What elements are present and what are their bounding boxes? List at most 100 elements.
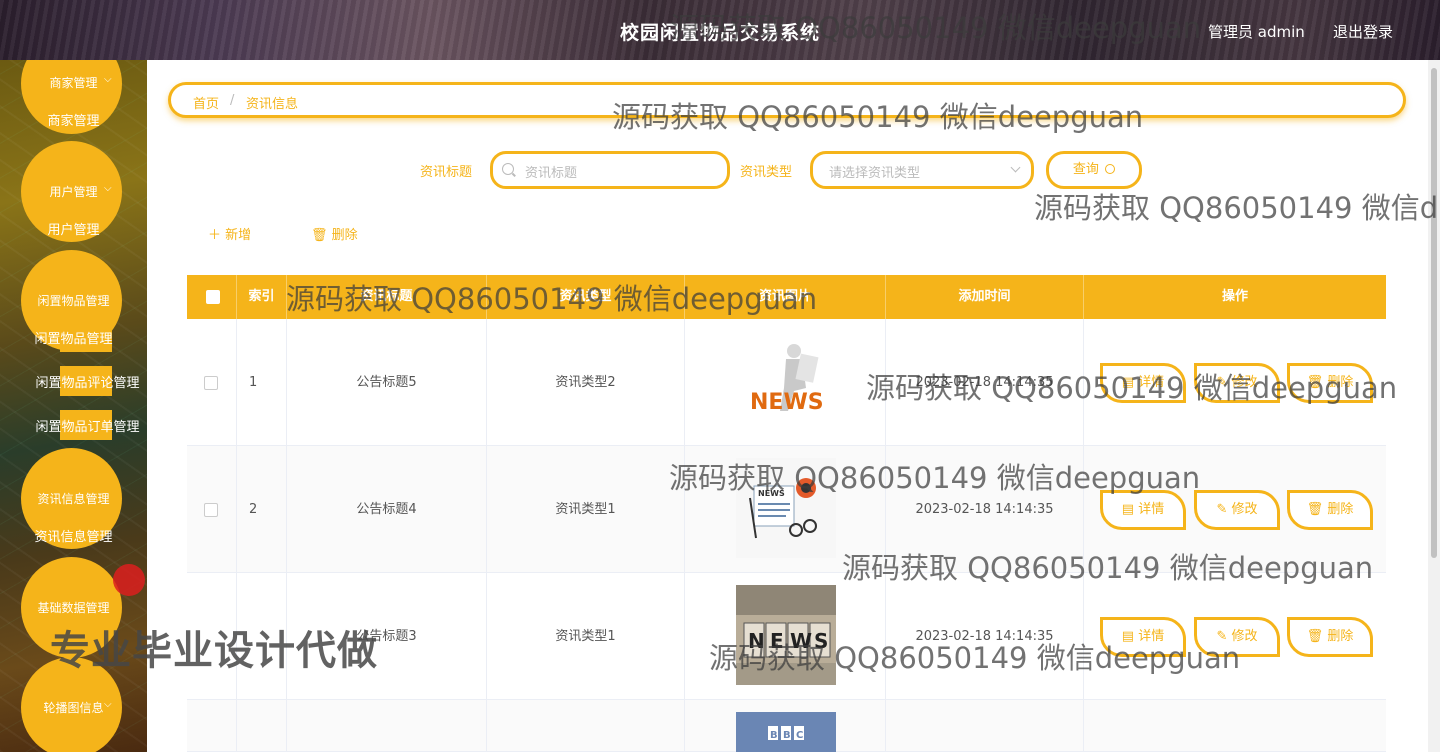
row-index: [237, 700, 287, 752]
table-row: 1 公告标题5 资讯类型2 NEWS 2023-02-18 14:14:35 ▤…: [187, 319, 1386, 446]
detail-button[interactable]: ▤ 详情: [1100, 363, 1186, 403]
trash-icon: 🗑: [1306, 375, 1324, 390]
row-type: 资讯类型1: [487, 573, 685, 700]
row-image-cell: N E W S: [685, 573, 886, 700]
sidebar-group-user[interactable]: 用户管理 ⌵: [0, 183, 147, 200]
pencil-icon: ✎: [1216, 629, 1228, 644]
sidebar-group-idle-goods[interactable]: 闲置物品管理: [0, 292, 147, 309]
svg-text:C: C: [796, 730, 803, 741]
trash-icon: 🗑: [1306, 502, 1324, 517]
svg-text:B: B: [770, 730, 778, 741]
row-checkbox[interactable]: [204, 503, 218, 517]
query-button[interactable]: 查询: [1046, 151, 1142, 189]
breadcrumb-current: 资讯信息: [246, 97, 299, 112]
sidebar-group-label: 用户管理: [49, 185, 98, 199]
logout-link[interactable]: 退出登录: [1333, 21, 1393, 42]
type-filter-label: 资讯类型: [740, 165, 793, 180]
sidebar-group-merchant[interactable]: 商家管理 ⌵: [0, 74, 147, 91]
row-type: [487, 700, 685, 752]
document-icon: ▤: [1121, 375, 1135, 390]
sidebar-item-news[interactable]: 资讯信息管理: [0, 526, 147, 545]
svg-text:E: E: [770, 629, 784, 653]
svg-text:S: S: [814, 629, 828, 653]
delete-button[interactable]: 🗑 删除: [1287, 617, 1373, 657]
search-icon: [502, 163, 514, 175]
delete-label: 删除: [1327, 502, 1354, 517]
svg-text:NEWS: NEWS: [750, 390, 824, 415]
breadcrumb-separator: /: [230, 93, 235, 108]
table-header: 索引 资讯标题 资讯类型 资讯图片 添加时间 操作: [187, 275, 1386, 319]
row-actions: ▤ 详情 ✎ 修改 🗑 删除: [1084, 446, 1386, 573]
row-type: 资讯类型1: [487, 446, 685, 573]
select-all-checkbox[interactable]: [206, 290, 220, 304]
pencil-icon: ✎: [1216, 502, 1228, 517]
delete-button[interactable]: 🗑 删除: [1287, 363, 1373, 403]
detail-label: 详情: [1138, 502, 1165, 517]
chevron-down-icon: ⌵: [104, 699, 112, 710]
row-time: 2023-02-18 14:14:35: [886, 573, 1084, 700]
edit-button[interactable]: ✎ 修改: [1194, 363, 1280, 403]
mouse-cursor-highlight: [113, 564, 145, 596]
chevron-down-icon: ⌵: [104, 183, 112, 194]
detail-button[interactable]: ▤ 详情: [1100, 490, 1186, 530]
delete-label: 删除: [331, 228, 358, 243]
column-header: 资讯图片: [685, 275, 886, 319]
edit-label: 修改: [1231, 375, 1258, 390]
news-blocks-image: N E W S: [736, 585, 836, 685]
sidebar-item-user[interactable]: 用户管理: [0, 219, 147, 238]
detail-label: 详情: [1138, 629, 1165, 644]
breadcrumb-home[interactable]: 首页: [193, 93, 219, 112]
sidebar-group-basic-data[interactable]: 基础数据管理: [0, 599, 147, 616]
sidebar-group-label: 轮播图信息: [43, 701, 104, 715]
detail-button[interactable]: ▤ 详情: [1100, 617, 1186, 657]
vertical-scrollbar[interactable]: [1428, 60, 1440, 752]
edit-label: 修改: [1231, 502, 1258, 517]
sidebar-group-news[interactable]: 资讯信息管理: [0, 490, 147, 507]
row-image-cell: NEWS: [685, 446, 886, 573]
sidebar-item-merchant[interactable]: 商家管理: [0, 110, 147, 129]
document-icon: ▤: [1121, 629, 1135, 644]
sidebar-item-idle-goods-comments[interactable]: 闲置物品评论管理: [14, 372, 147, 391]
row-actions: ▤ 详情 ✎ 修改 🗑 删除: [1084, 319, 1386, 446]
sidebar-group-label: 基础数据管理: [37, 601, 110, 615]
sidebar-group-carousel[interactable]: 轮播图信息 ⌵: [0, 699, 147, 716]
svg-text:W: W: [790, 629, 812, 653]
row-image-cell: NEWS: [685, 319, 886, 446]
type-select[interactable]: 请选择资讯类型: [810, 151, 1034, 189]
add-button[interactable]: ＋ 新增: [208, 224, 251, 243]
row-actions: ▤ 详情 ✎ 修改 🗑 删除: [1084, 573, 1386, 700]
plus-icon: ＋: [208, 228, 222, 243]
delete-label: 删除: [1327, 375, 1354, 390]
svg-text:NEWS: NEWS: [758, 489, 785, 498]
svg-text:B: B: [783, 730, 791, 741]
row-title: [287, 700, 487, 752]
batch-delete-button[interactable]: 🗑 删除: [311, 224, 358, 243]
search-placeholder: 资讯标题: [525, 166, 578, 181]
detail-label: 详情: [1138, 375, 1165, 390]
row-index: 2: [237, 446, 287, 573]
row-checkbox[interactable]: [204, 376, 218, 390]
breadcrumb: 首页 / 资讯信息: [168, 82, 1406, 118]
title-search-input[interactable]: 资讯标题: [490, 151, 730, 189]
trash-icon: 🗑: [1306, 629, 1324, 644]
row-select-cell: [187, 700, 237, 752]
search-icon: [1105, 164, 1116, 174]
trash-icon: 🗑: [311, 228, 328, 243]
edit-label: 修改: [1231, 629, 1258, 644]
sidebar-item-idle-goods-orders[interactable]: 闲置物品订单管理: [14, 416, 147, 435]
column-header: 资讯标题: [287, 275, 487, 319]
news-figure-image: NEWS: [736, 333, 836, 433]
row-title: 公告标题5: [287, 319, 487, 446]
sidebar-item-idle-goods[interactable]: 闲置物品管理: [0, 328, 147, 347]
edit-button[interactable]: ✎ 修改: [1194, 490, 1280, 530]
select-all-cell: [187, 275, 237, 319]
delete-button[interactable]: 🗑 删除: [1287, 490, 1373, 530]
row-time: 2023-02-18 14:14:35: [886, 319, 1084, 446]
row-index: 1: [237, 319, 287, 446]
scrollbar-thumb[interactable]: [1431, 68, 1437, 558]
row-time: [886, 700, 1084, 752]
table-row: B B C: [187, 700, 1386, 752]
edit-button[interactable]: ✎ 修改: [1194, 617, 1280, 657]
sidebar-group-label: 商家管理: [49, 76, 98, 90]
row-select-cell: [187, 319, 237, 446]
